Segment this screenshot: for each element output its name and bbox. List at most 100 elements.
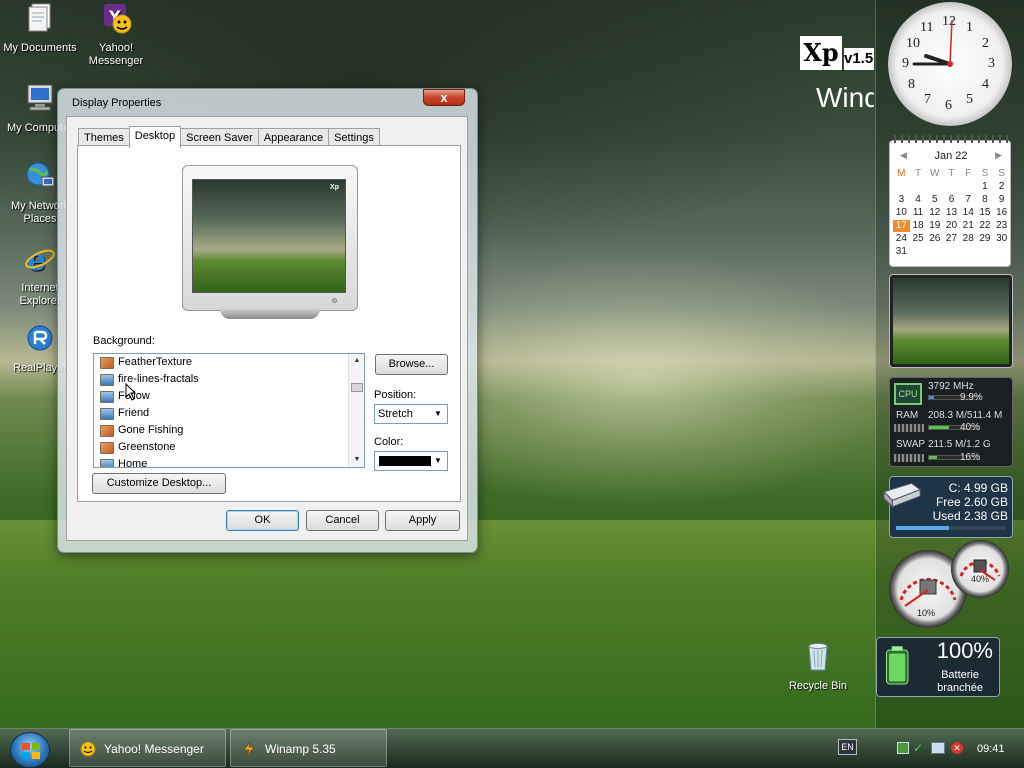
calendar-gadget[interactable]: ◀ Jan 22 ▶ M T W T F S S 1 2 3 4 5 6 7 8 9 10 11 12 13 14 15 1… [889, 135, 1011, 267]
drive-name: C: 4.99 GB [948, 481, 1008, 495]
ram-value: 208.3 M/511.4 M [928, 410, 1003, 421]
list-item[interactable]: FeatherTexture [94, 354, 364, 371]
desktop-icon-yahoo-messenger[interactable]: Y Yahoo! Messenger [76, 2, 156, 68]
listbox-scrollbar[interactable]: ▲ ▼ [348, 354, 364, 467]
drive-gadget[interactable]: C: 4.99 GB Free 2.60 GB Used 2.38 GB [882, 476, 1013, 538]
taskbar-item-winamp[interactable]: Winamp 5.35 [230, 729, 387, 767]
network-tray-icon[interactable] [897, 742, 909, 754]
calendar-day[interactable]: 10 [893, 207, 910, 219]
ram-chip-icon [894, 424, 924, 432]
customize-desktop-button[interactable]: Customize Desktop... [92, 473, 226, 494]
position-select[interactable]: Stretch ▼ [374, 404, 448, 424]
scroll-up-icon[interactable]: ▲ [349, 354, 364, 368]
ram-label: RAM [896, 410, 919, 421]
calendar-day[interactable]: 26 [926, 233, 943, 245]
list-item-label: Friend [118, 407, 150, 419]
calendar-day[interactable]: 16 [993, 207, 1010, 219]
monitor-screen-preview: Xp [192, 179, 346, 293]
calendar-day[interactable]: 8 [977, 194, 994, 206]
wallpaper-logo: Xp v1.5 [800, 36, 874, 72]
scroll-down-icon[interactable]: ▼ [349, 453, 364, 467]
desktop-icon-my-documents[interactable]: My Documents [0, 2, 80, 55]
calendar-day[interactable]: 4 [910, 194, 927, 206]
calendar-day[interactable]: 21 [960, 220, 977, 232]
swap-percent: 16% [960, 452, 981, 463]
clock-gadget[interactable]: 12 1 2 3 4 5 6 7 8 9 10 11 [888, 2, 1012, 126]
calendar-day[interactable]: 18 [910, 220, 927, 232]
list-item[interactable]: Friend [94, 405, 364, 422]
calendar-day [943, 246, 960, 258]
language-indicator[interactable]: EN [838, 739, 857, 755]
calendar-weekday: T [948, 168, 955, 179]
slideshow-gadget[interactable] [889, 274, 1013, 368]
calendar-day[interactable]: 2 [993, 181, 1010, 193]
calendar-day[interactable]: 9 [993, 194, 1010, 206]
scroll-thumb[interactable] [351, 383, 363, 392]
calendar-day[interactable]: 31 [893, 246, 910, 258]
cpu-gauge-value: 10% [917, 608, 936, 618]
cpu-label: CPU [898, 389, 918, 399]
calendar-day[interactable]: 30 [993, 233, 1010, 245]
taskbar-item-yahoo-messenger[interactable]: Yahoo! Messenger [69, 729, 226, 767]
background-listbox[interactable]: FeatherTexture fire-lines-fractals Follo… [93, 353, 365, 468]
calendar-month: Jan 22 [934, 150, 968, 162]
drive-used: Used 2.38 GB [932, 509, 1008, 523]
slideshow-picture [893, 278, 1009, 364]
calendar-day[interactable]: 11 [910, 207, 927, 219]
calendar-day[interactable]: 22 [977, 220, 994, 232]
monitor-power-led [332, 298, 337, 303]
swap-value: 211.5 M/1.2 G [928, 439, 991, 450]
calendar-day[interactable]: 3 [893, 194, 910, 206]
apply-button[interactable]: Apply [385, 510, 460, 531]
mouse-cursor-icon [125, 383, 137, 401]
calendar-day[interactable]: 5 [926, 194, 943, 206]
list-item-label: Greenstone [118, 441, 176, 453]
drive-usage-fill [896, 526, 949, 530]
calendar-day[interactable]: 1 [977, 181, 994, 193]
desktop-icon-recycle-bin[interactable]: Recycle Bin [778, 640, 858, 693]
list-item[interactable]: Gone Fishing [94, 422, 364, 439]
desktop-icon-label: My Documents [3, 42, 77, 54]
recycle-bin-icon [808, 643, 828, 671]
calendar-weekday: T [915, 168, 922, 179]
error-tray-icon[interactable]: ✕ [951, 742, 963, 754]
security-tray-icon[interactable]: ✓ [913, 742, 925, 754]
browse-button[interactable]: Browse... [375, 354, 448, 375]
calendar-day[interactable]: 29 [977, 233, 994, 245]
calendar-day[interactable]: 14 [960, 207, 977, 219]
color-picker[interactable]: ▼ [374, 451, 448, 471]
wallpaper-logo-version: v1.5 [844, 48, 874, 70]
calendar-day [943, 181, 960, 193]
start-button[interactable] [10, 732, 50, 768]
calendar-day[interactable]: 19 [926, 220, 943, 232]
chevron-left-icon[interactable]: ◀ [900, 150, 907, 161]
mail-tray-icon[interactable] [931, 742, 945, 754]
calendar-day[interactable]: 20 [943, 220, 960, 232]
list-item[interactable]: Home [94, 456, 364, 467]
close-button[interactable]: x [423, 89, 465, 106]
calendar-day[interactable]: 13 [943, 207, 960, 219]
tab-desktop[interactable]: Desktop [128, 126, 182, 148]
calendar-day[interactable]: 7 [960, 194, 977, 206]
calendar-day[interactable]: 24 [893, 233, 910, 245]
network-icon [26, 162, 55, 187]
calendar-day[interactable]: 17 [893, 220, 910, 232]
calendar-day [910, 246, 927, 258]
calendar-day[interactable]: 25 [910, 233, 927, 245]
preview-logo: Xp [330, 184, 339, 191]
cancel-button[interactable]: Cancel [306, 510, 379, 531]
wallpaper-icon [100, 458, 114, 467]
calendar-day[interactable]: 23 [993, 220, 1010, 232]
calendar-day[interactable]: 27 [943, 233, 960, 245]
display-properties-dialog: Display Properties x Themes Desktop Scre… [57, 88, 478, 553]
list-item[interactable]: Greenstone [94, 439, 364, 456]
calendar-day[interactable]: 15 [977, 207, 994, 219]
chevron-right-icon[interactable]: ▶ [995, 150, 1002, 161]
clock-time[interactable]: 09:41 [977, 743, 1005, 755]
ok-button[interactable]: OK [226, 510, 299, 531]
calendar-day[interactable]: 12 [926, 207, 943, 219]
tab-strip: Themes Desktop Screen Saver Appearance S… [78, 126, 380, 148]
calendar-day[interactable]: 28 [960, 233, 977, 245]
calendar-day [960, 181, 977, 193]
calendar-day[interactable]: 6 [943, 194, 960, 206]
